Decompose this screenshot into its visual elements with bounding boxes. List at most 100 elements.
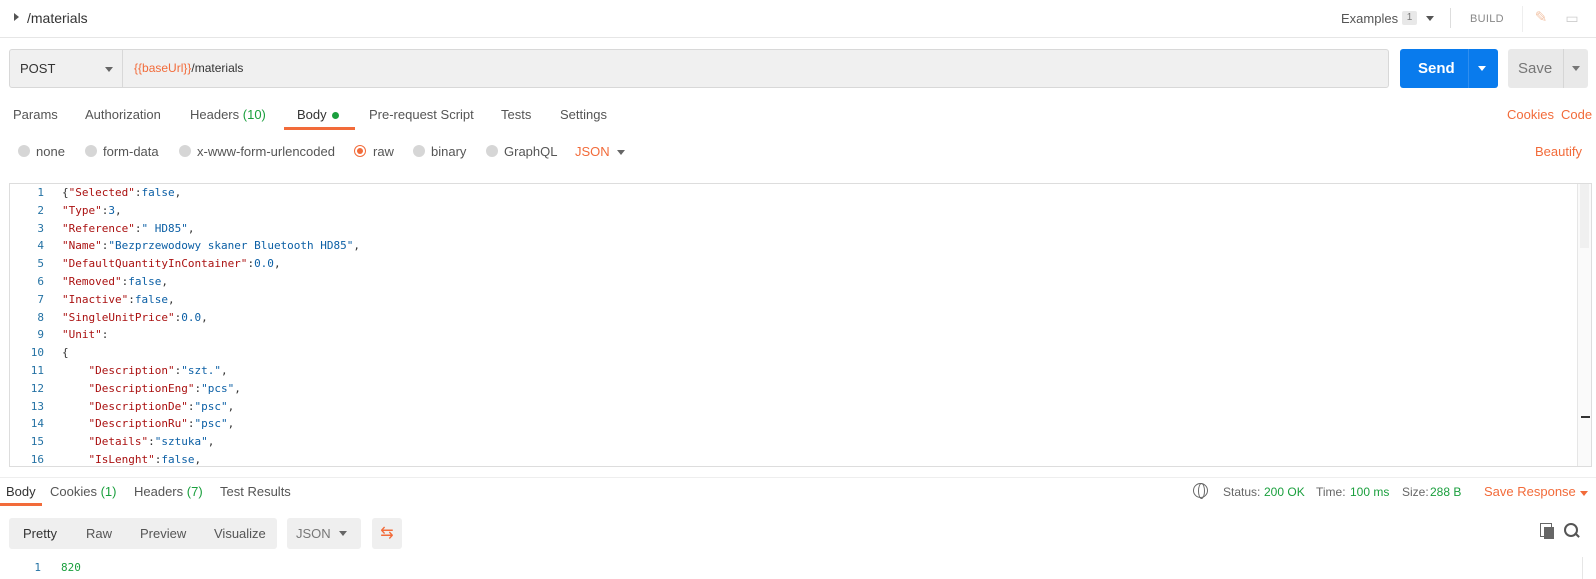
radio-binary[interactable] [413,145,425,157]
json-value: " HD85" [141,221,188,235]
radio-urlencoded-label[interactable]: x-www-form-urlencoded [197,144,335,159]
code-line[interactable]: "DefaultQuantityInContainer":0.0, [62,257,281,270]
save-button[interactable]: Save [1508,49,1588,88]
chevron-down-icon[interactable] [617,150,625,155]
view-visualize[interactable]: Visualize [214,526,266,541]
line-number: 14 [30,417,44,431]
code-line[interactable]: "DescriptionRu":"psc", [62,417,235,430]
active-tab-underline [0,503,42,506]
json-value: 0.0 [254,257,274,271]
response-scrollbar[interactable] [1582,557,1596,579]
tab-settings[interactable]: Settings [560,107,607,122]
tab-tests[interactable]: Tests [501,107,531,122]
code-line[interactable]: { [62,346,69,359]
comment-icon[interactable]: ▭ [1563,9,1581,27]
code-line[interactable]: "Unit": [62,328,108,341]
code-line[interactable]: "DescriptionEng":"pcs", [62,382,241,395]
json-key: "Removed" [62,275,122,288]
size-value[interactable]: 288 B [1430,485,1461,499]
code-line[interactable]: "Description":"szt.", [62,364,228,377]
method-select[interactable]: POST [10,50,123,87]
tab-params[interactable]: Params [13,107,58,122]
time-value[interactable]: 100 ms [1350,485,1389,499]
beautify-link[interactable]: Beautify [1535,144,1582,159]
request-body-editor[interactable]: 1 {"Selected":false, 2 "Type":3, 3 "Reference… [9,183,1592,467]
code-line[interactable]: "Removed":false, [62,275,168,288]
raw-format-select[interactable]: JSON [575,144,610,159]
json-punct: , [207,435,215,449]
code-line[interactable]: "Details":"sztuka", [62,435,215,449]
resp-tab-body[interactable]: Body [6,484,36,499]
response-view-tabs: Pretty Raw Preview Visualize [9,518,277,549]
radio-none-label[interactable]: none [36,144,65,159]
scroll-marker [1581,416,1590,418]
view-pretty[interactable]: Pretty [23,526,57,541]
send-button[interactable]: Send [1400,49,1498,88]
code-line[interactable]: "Name":"Bezprzewodowy skaner Bluetooth H… [62,239,360,252]
build-mode-label[interactable]: BUILD [1470,13,1504,25]
chevron-down-icon[interactable] [1426,16,1434,21]
json-punct: , [234,381,241,395]
cookies-link[interactable]: Cookies [1507,107,1554,122]
response-line-number: 1 [34,561,41,574]
headers-count: (10) [242,107,266,122]
radio-graphql[interactable] [486,145,498,157]
json-key: "SingleUnitPrice" [62,310,175,324]
globe-icon[interactable] [1193,483,1208,499]
chevron-down-icon [105,67,113,72]
radio-form-data[interactable] [85,145,97,157]
json-punct [62,453,89,466]
code-line[interactable]: "DescriptionDe":"psc", [62,399,235,413]
send-options-chevron-icon[interactable] [1478,66,1486,71]
time-label: Time: [1316,485,1346,499]
expand-caret-icon[interactable] [14,13,19,21]
status-value[interactable]: 200 OK [1264,485,1305,499]
tab-authorization[interactable]: Authorization [85,107,161,122]
request-title[interactable]: /materials [27,10,88,26]
radio-raw-label[interactable]: raw [373,144,394,159]
editor-scrollbar[interactable] [1577,184,1591,466]
code-line[interactable]: "Inactive":false, [62,293,175,306]
json-punct: , [115,203,122,217]
url-path: /materials [191,61,244,75]
radio-urlencoded[interactable] [179,145,191,157]
tab-body[interactable]: Body [297,107,339,122]
chevron-down-icon[interactable] [1580,491,1588,496]
wrap-lines-icon[interactable]: ⇆ [372,518,402,549]
radio-raw[interactable] [354,145,366,157]
json-punct [62,364,89,377]
resp-tab-cookies[interactable]: Cookies (1) [50,484,116,499]
examples-button[interactable]: Examples [1341,11,1398,26]
json-key: "Unit" [62,328,102,342]
resp-tab-test-results[interactable]: Test Results [220,484,291,499]
search-icon[interactable] [1564,523,1580,539]
radio-graphql-label[interactable]: GraphQL [504,144,557,159]
tab-headers[interactable]: Headers (10) [190,107,266,122]
json-punct: , [227,399,235,413]
radio-form-data-label[interactable]: form-data [103,144,159,159]
radio-binary-label[interactable]: binary [431,144,466,159]
copy-icon[interactable] [1540,523,1556,539]
resp-tab-headers[interactable]: Headers (7) [134,484,203,499]
code-line[interactable]: {"Selected":false, [62,186,181,199]
view-preview[interactable]: Preview [140,526,186,541]
response-format-select[interactable]: JSON [287,518,361,549]
json-value: "szt." [181,364,221,377]
line-number: 15 [30,435,44,449]
pencil-icon[interactable]: ✎ [1532,9,1550,27]
code-line[interactable]: "IsLenght":false, [62,453,202,466]
tab-prerequest-script[interactable]: Pre-request Script [369,107,474,122]
code-link[interactable]: Code [1561,107,1592,122]
view-raw[interactable]: Raw [86,526,112,541]
url-bar: POST {{baseUrl}}/materials [9,49,1389,88]
json-punct [62,435,89,448]
url-input[interactable]: {{baseUrl}}/materials [134,61,243,75]
code-line[interactable]: "Type":3, [62,204,122,217]
scrollbar-thumb[interactable] [1580,184,1589,248]
json-punct: , [273,257,281,271]
save-response-button[interactable]: Save Response [1484,484,1576,499]
code-line[interactable]: "SingleUnitPrice":0.0, [62,311,208,324]
save-options-chevron-icon[interactable] [1572,66,1580,71]
radio-none[interactable] [18,145,30,157]
code-line[interactable]: "Reference":" HD85", [62,222,194,235]
